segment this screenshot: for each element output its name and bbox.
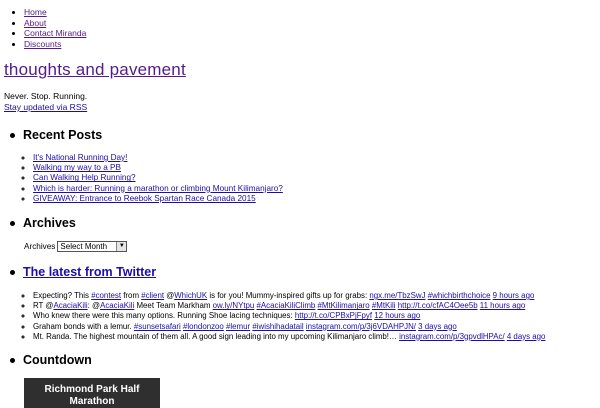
site-tagline: Never. Stop. Running. (4, 91, 88, 101)
countdown-heading: Countdown (10, 353, 92, 367)
tweet-link[interactable]: #sunsetsafari (134, 322, 181, 331)
bullet-icon (10, 132, 15, 138)
countdown-heading-text: Countdown (23, 353, 92, 367)
recent-post-link[interactable]: Which is harder: Running a marathon or c… (33, 184, 283, 193)
bullet-icon (10, 357, 15, 363)
list-item: GIVEAWAY: Entrance to Reebok Spartan Rac… (33, 194, 283, 204)
recent-posts-heading-text: Recent Posts (23, 128, 103, 142)
nav-link-discounts[interactable]: Discounts (24, 39, 61, 49)
chevron-down-icon: ▼ (116, 242, 127, 251)
tweet-link[interactable]: #lemur (226, 322, 250, 331)
rss-link[interactable]: Stay updated via RSS (4, 102, 87, 112)
tweet-link[interactable]: #AcaciaKiliClimb (257, 301, 316, 310)
list-item: Can Walking Help Running? (33, 173, 283, 183)
tweet-text: Mt. Randa. The highest mountain of them … (33, 331, 400, 341)
tweet-text: Meet Team Markham (134, 301, 213, 311)
tweet-text: : @ (87, 301, 101, 311)
archives-row: Archives Select Month ▼ (24, 241, 128, 252)
bullet-icon (10, 269, 15, 275)
twitter-heading: The latest from Twitter (10, 265, 156, 279)
archives-select-value: Select Month (60, 242, 108, 251)
tweet-text: from (121, 291, 142, 300)
list-item: Walking my way to a PB (33, 163, 283, 173)
countdown-widget: Richmond Park Half Marathon (24, 378, 160, 408)
recent-post-link[interactable]: It's National Running Day! (33, 153, 127, 162)
tweet-item: Mt. Randa. The highest mountain of them … (33, 332, 545, 342)
tweet-link[interactable]: #MtKili (372, 301, 396, 310)
archives-month-select[interactable]: Select Month ▼ (57, 241, 128, 252)
recent-post-link[interactable]: Walking my way to a PB (33, 163, 121, 172)
tweet-link[interactable]: #whichbirthchoice (428, 291, 491, 300)
tweet-text: is for you! Mummy-inspired gifts up for … (207, 291, 370, 300)
tweet-link[interactable]: #MtKilimanjaro (317, 301, 369, 310)
nav-item-home: Home (24, 7, 86, 18)
tweet-item: RT @AcaciaKili: @AcaciaKili Meet Team Ma… (33, 301, 545, 311)
nav-item-about: About (24, 18, 86, 29)
recent-posts-heading: Recent Posts (10, 128, 102, 142)
tweet-link[interactable]: instagram.com/p/3j6VDAHPJN/ (306, 322, 416, 331)
tweet-text: Expecting? This (33, 291, 92, 300)
tweet-link[interactable]: 11 hours ago (480, 301, 525, 310)
recent-post-link[interactable]: Can Walking Help Running? (33, 173, 136, 182)
tweet-link[interactable]: 12 hours ago (374, 311, 420, 320)
tweet-link[interactable]: 3 days ago (418, 322, 457, 331)
tweet-link[interactable]: http://t.co/CPBxPjFpyf (295, 311, 372, 320)
tweet-link[interactable]: #contest (91, 291, 121, 300)
nav-item-contact: Contact Miranda (24, 28, 86, 39)
recent-post-link[interactable]: GIVEAWAY: Entrance to Reebok Spartan Rac… (33, 194, 256, 203)
nav-item-discounts: Discounts (24, 39, 86, 50)
tweet-link[interactable]: AcaciaKili (100, 301, 134, 310)
tweet-item: Expecting? This #contest from #client @W… (33, 291, 545, 301)
tweet-link[interactable]: AcaciaKili (53, 301, 87, 310)
nav-link-about[interactable]: About (24, 18, 46, 28)
tweet-link[interactable]: 9 hours ago (493, 291, 535, 300)
nav-link-home[interactable]: Home (24, 7, 47, 17)
tweet-link[interactable]: #client (141, 291, 164, 300)
nav-link-contact[interactable]: Contact Miranda (24, 28, 86, 38)
tweet-list: Expecting? This #contest from #client @W… (33, 291, 545, 342)
tweet-link[interactable]: http://t.co/cfAC4Oee5b (398, 301, 478, 310)
tweet-text: Who knew there were this many options. R… (33, 311, 295, 321)
tweet-link[interactable]: ngx.me/TbzSwJ (369, 291, 425, 300)
tweet-item: Graham bonds with a lemur. #sunsetsafari… (33, 322, 545, 332)
site-title-link[interactable]: thoughts and pavement (4, 60, 186, 79)
tweet-text: RT @ (33, 301, 54, 311)
bullet-icon (10, 220, 15, 226)
recent-posts-list: It's National Running Day! Walking my wa… (33, 153, 283, 204)
tweet-link[interactable]: ow.ly/NYtpu (213, 301, 255, 310)
archives-heading: Archives (10, 216, 76, 230)
top-nav: Home About Contact Miranda Discounts (24, 7, 86, 49)
list-item: It's National Running Day! (33, 153, 283, 163)
tweet-text: @ (164, 291, 175, 300)
twitter-heading-link[interactable]: The latest from Twitter (23, 265, 156, 279)
tweet-link[interactable]: WhichUK (174, 291, 207, 300)
tweet-link[interactable]: #londonzoo (183, 322, 224, 331)
tweet-link[interactable]: instagram.com/p/3gpvdlHPAc/ (399, 332, 505, 341)
site-title: thoughts and pavement (4, 60, 186, 80)
tweet-link[interactable]: 4 days ago (507, 332, 546, 341)
archives-heading-text: Archives (23, 216, 76, 230)
tweet-text: Graham bonds with a lemur. (33, 321, 134, 331)
tweet-item: Who knew there were this many options. R… (33, 311, 545, 321)
list-item: Which is harder: Running a marathon or c… (33, 184, 283, 194)
tweet-link[interactable]: #iwishihadatail (252, 322, 303, 331)
archives-label: Archives (24, 242, 56, 251)
